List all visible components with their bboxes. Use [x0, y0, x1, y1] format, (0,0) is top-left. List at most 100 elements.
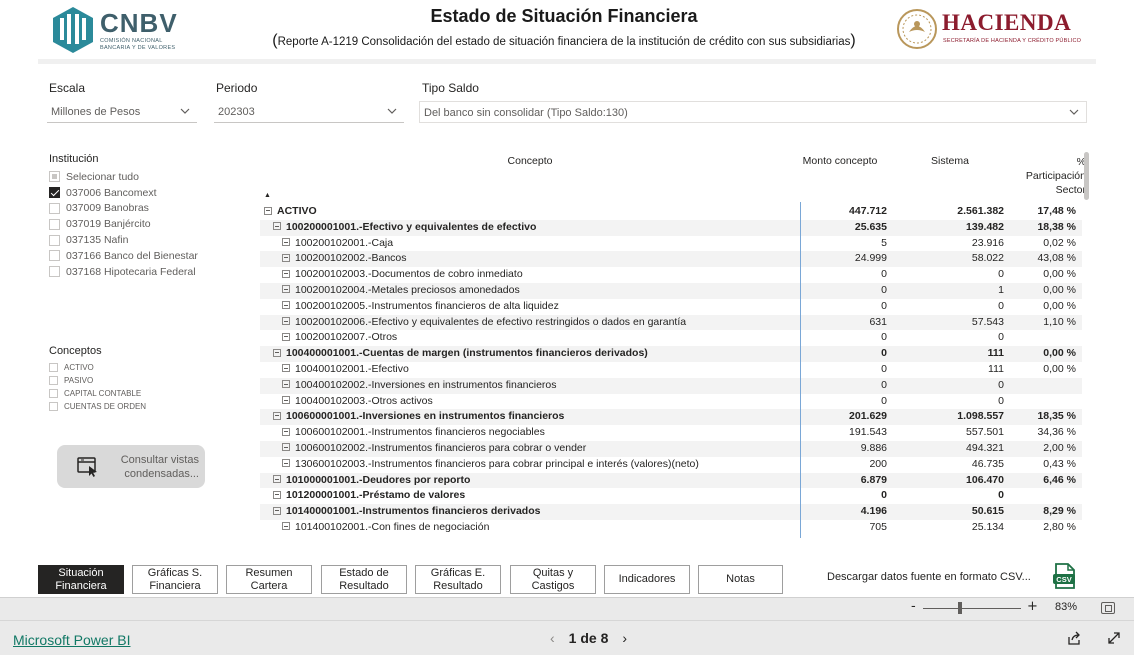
escala-dropdown[interactable]: Millones de Pesos: [47, 101, 197, 123]
collapse-icon[interactable]: [282, 522, 290, 531]
collapse-icon[interactable]: [282, 459, 290, 468]
table-row[interactable]: 100200102001.-Caja 5 23.916 0,02 %: [260, 236, 1082, 252]
table-row[interactable]: 101000001001.-Deudores por reporto 6.879 1…: [260, 472, 1082, 489]
prev-page-button[interactable]: ‹: [540, 630, 565, 646]
nav-button-6[interactable]: Quitas y Castigos: [510, 565, 596, 594]
table-row[interactable]: 100200102006.-Efectivo y equivalentes de…: [260, 314, 1082, 331]
collapse-icon[interactable]: [282, 443, 290, 452]
collapse-icon[interactable]: [282, 332, 290, 341]
table-row[interactable]: 101400001001.-Instrumentos financieros d…: [260, 504, 1082, 520]
checkbox[interactable]: [49, 202, 60, 214]
checkbox[interactable]: [49, 363, 58, 372]
collapse-icon[interactable]: [282, 285, 290, 294]
table-row[interactable]: 100400001001.-Cuentas de margen (instrum…: [260, 346, 1082, 362]
collapse-icon[interactable]: [282, 396, 290, 405]
table-row[interactable]: 101200001001.-Préstamo de valores 0 0: [260, 488, 1082, 504]
collapse-icon[interactable]: [282, 380, 290, 389]
table-header: Concepto Monto concepto Sistema % Partic…: [260, 152, 1086, 202]
concepto-item[interactable]: CUENTAS DE ORDEN: [49, 400, 146, 413]
institucion-item[interactable]: Selecionar tudo: [49, 169, 198, 185]
institucion-item[interactable]: 037009 Banobras: [49, 201, 198, 217]
nav-button-1[interactable]: Situación Financiera: [38, 565, 124, 594]
collapse-icon[interactable]: [273, 411, 281, 420]
table-row[interactable]: 100200102002.-Bancos 24.999 58.022 43,08 %: [260, 251, 1082, 268]
share-icon[interactable]: [1066, 630, 1082, 646]
checkbox[interactable]: [49, 376, 58, 385]
hacienda-logo: HACIENDA SECRETARÍA DE HACIENDA Y CRÉDIT…: [896, 8, 1096, 52]
nav-button-7[interactable]: Indicadores: [604, 565, 690, 594]
table-row[interactable]: 101400102001.-Con fines de negociación 70…: [260, 520, 1082, 536]
zoom-slider-thumb[interactable]: [958, 602, 963, 614]
table-row[interactable]: 100400102002.-Inversiones en instrumento…: [260, 377, 1082, 394]
download-csv-text[interactable]: Descargar datos fuente en formato CSV...: [827, 571, 1031, 583]
table-row[interactable]: 100200001001.-Efectivo y equivalentes de…: [260, 219, 1082, 236]
table-row[interactable]: 100200102004.-Metales preciosos amonedad…: [260, 282, 1082, 299]
institucion-item[interactable]: 037019 Banjército: [49, 216, 198, 232]
table-row[interactable]: 100600102002.-Instrumentos financieros p…: [260, 440, 1082, 457]
powerbi-link[interactable]: Microsoft Power BI: [13, 632, 130, 648]
tipo-saldo-dropdown[interactable]: Del banco sin consolidar (Tipo Saldo:130…: [419, 101, 1087, 123]
table-scrollbar[interactable]: [1084, 152, 1089, 200]
nav-button-5[interactable]: Gráficas E. Resultado: [415, 565, 501, 594]
concepto-item[interactable]: CAPITAL CONTABLE: [49, 387, 146, 400]
periodo-dropdown[interactable]: 202303: [214, 101, 404, 123]
collapse-icon[interactable]: [264, 206, 272, 215]
collapse-icon[interactable]: [273, 506, 281, 515]
column-header-participacion[interactable]: % Participación Sector: [1000, 155, 1090, 197]
institucion-item[interactable]: 037166 Banco del Bienestar: [49, 248, 198, 264]
checkbox[interactable]: [49, 250, 60, 262]
fit-to-page-icon[interactable]: [1101, 602, 1115, 614]
table-row[interactable]: 130600102003.-Instrumentos financieros p…: [260, 457, 1082, 473]
concepto-item[interactable]: ACTIVO: [49, 361, 146, 374]
csv-file-icon[interactable]: CSV: [1050, 562, 1078, 590]
concepto-item[interactable]: PASIVO: [49, 374, 146, 387]
table-row[interactable]: 100400102003.-Otros activos 0 0: [260, 394, 1082, 410]
institucion-item[interactable]: 037135 Nafin: [49, 232, 198, 248]
collapse-icon[interactable]: [282, 427, 290, 436]
checkbox[interactable]: [49, 234, 60, 246]
checkbox[interactable]: [49, 218, 60, 230]
zoom-slider-track[interactable]: [923, 608, 1021, 609]
collapse-icon[interactable]: [273, 348, 281, 357]
table-row[interactable]: ACTIVO 447.712 2.561.382 17,48 %: [260, 204, 1082, 220]
collapse-icon[interactable]: [282, 238, 290, 247]
table-row[interactable]: 100200102003.-Documentos de cobro inmedi…: [260, 267, 1082, 283]
nav-button-2[interactable]: Gráficas S. Financiera: [132, 565, 218, 594]
fullscreen-icon[interactable]: [1106, 630, 1122, 646]
collapse-icon[interactable]: [282, 253, 290, 262]
nav-button-3[interactable]: Resumen Cartera: [226, 565, 312, 594]
collapse-icon[interactable]: [282, 269, 290, 278]
cell-concepto: 101200001001.-Préstamo de valores: [264, 489, 800, 501]
checkbox[interactable]: [49, 389, 58, 398]
nav-button-4[interactable]: Estado de Resultado: [321, 565, 407, 594]
cell-monto: 0: [881, 394, 887, 407]
table-row[interactable]: 100600001001.-Inversiones en instrumento…: [260, 409, 1082, 426]
collapse-icon[interactable]: [273, 475, 281, 484]
zoom-out-button[interactable]: -: [911, 599, 916, 614]
checkbox-partial[interactable]: [49, 171, 60, 183]
table-row[interactable]: 100200102007.-Otros 0 0: [260, 330, 1082, 346]
concepto-text: 101400001001.-Instrumentos financieros d…: [286, 505, 541, 518]
checkbox[interactable]: [49, 402, 58, 411]
collapse-icon[interactable]: [282, 301, 290, 310]
collapse-icon[interactable]: [273, 490, 281, 499]
column-header-sistema[interactable]: Sistema: [900, 155, 1000, 167]
consultar-vistas-button[interactable]: Consultar vistas condensadas...: [57, 445, 205, 488]
checkbox-checked[interactable]: [49, 187, 60, 199]
next-page-button[interactable]: ›: [612, 630, 637, 646]
table-row[interactable]: 100200102005.-Instrumentos financieros d…: [260, 299, 1082, 315]
column-header-concepto[interactable]: Concepto: [260, 155, 800, 167]
collapse-icon[interactable]: [282, 317, 290, 326]
institucion-item[interactable]: 037006 Bancomext: [49, 185, 198, 201]
table-row[interactable]: 100600102001.-Instrumentos financieros n…: [260, 425, 1082, 441]
checkbox[interactable]: [49, 266, 60, 278]
column-header-monto[interactable]: Monto concepto: [790, 155, 890, 167]
collapse-icon[interactable]: [282, 364, 290, 373]
nav-button-8[interactable]: Notas: [698, 565, 783, 594]
institucion-item[interactable]: 037168 Hipotecaria Federal: [49, 264, 198, 280]
table-row[interactable]: 100400102001.-Efectivo 0 111 0,00 %: [260, 362, 1082, 378]
zoom-in-button[interactable]: +: [1027, 599, 1038, 614]
collapse-icon[interactable]: [273, 222, 281, 231]
sort-ascending-icon[interactable]: ▲: [264, 192, 271, 199]
concepto-text: 100400102001.-Efectivo: [295, 362, 409, 375]
